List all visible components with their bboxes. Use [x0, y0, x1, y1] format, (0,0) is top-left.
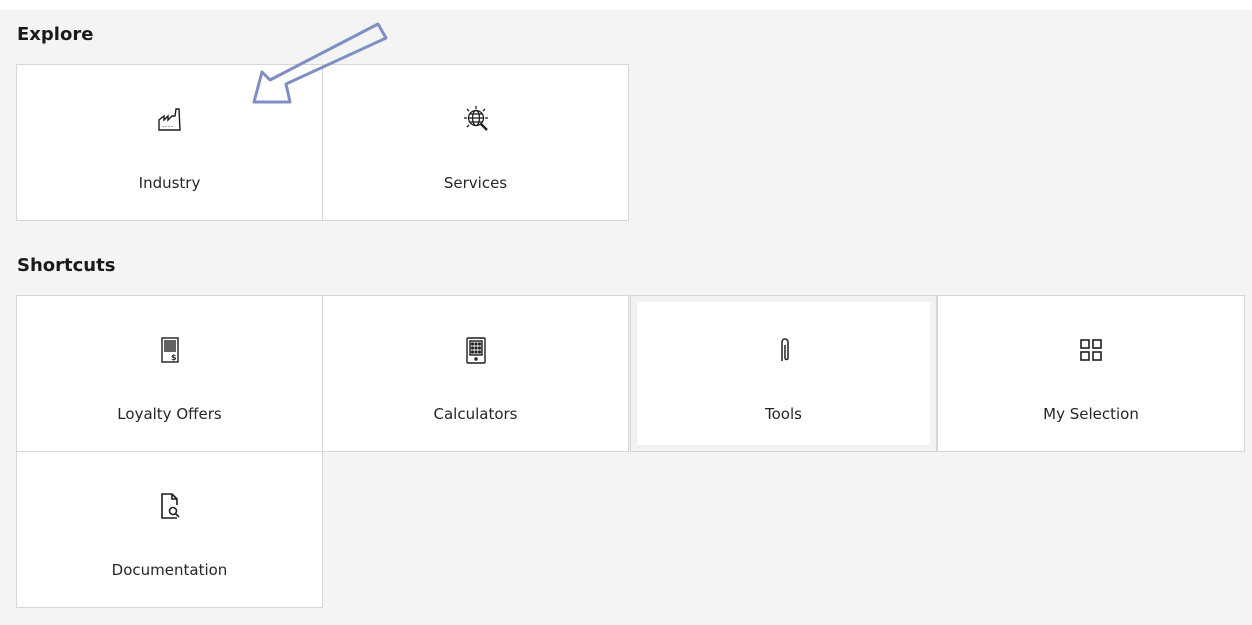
calculator-icon	[460, 334, 492, 366]
section-title-explore: Explore	[17, 24, 94, 45]
invoice-dollar-icon: $	[154, 334, 186, 366]
tile-calculators[interactable]: Calculators	[322, 295, 629, 452]
tile-label: My Selection	[1043, 405, 1139, 423]
tile-services[interactable]: Services	[322, 64, 629, 221]
tile-label: Loyalty Offers	[117, 405, 222, 423]
svg-text:$: $	[171, 353, 177, 362]
tile-label: Industry	[138, 174, 201, 192]
tile-my-selection[interactable]: My Selection	[937, 295, 1245, 452]
tile-label: Documentation	[111, 561, 228, 579]
tile-label: Services	[443, 174, 508, 192]
factory-icon	[154, 103, 186, 135]
tile-industry[interactable]: Industry	[16, 64, 323, 221]
grid-icon	[1075, 334, 1107, 366]
tile-documentation[interactable]: Documentation	[16, 451, 323, 608]
tile-tools[interactable]: Tools	[630, 295, 937, 452]
section-title-shortcuts: Shortcuts	[17, 255, 116, 276]
paperclip-icon	[768, 334, 800, 366]
document-search-icon	[154, 490, 186, 522]
globe-gear-icon	[460, 103, 492, 135]
tile-loyalty-offers[interactable]: $ Loyalty Offers	[16, 295, 323, 452]
tile-label: Calculators	[433, 405, 518, 423]
tile-label: Tools	[765, 405, 802, 423]
